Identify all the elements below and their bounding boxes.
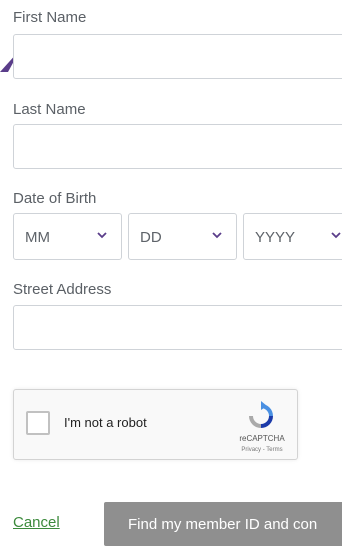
date-of-birth-label: Date of Birth (13, 190, 97, 207)
recaptcha-checkbox[interactable] (26, 411, 50, 435)
recaptcha-brand: reCAPTCHA (239, 434, 285, 443)
dob-month-select[interactable]: MM (13, 213, 122, 260)
dob-day-select[interactable]: DD (128, 213, 237, 260)
recaptcha-widget: I'm not a robot reCAPTCHA Privacy - Term… (13, 389, 298, 460)
street-address-label: Street Address (13, 281, 112, 298)
find-member-id-button[interactable]: Find my member ID and con (104, 502, 342, 546)
recaptcha-links[interactable]: Privacy - Terms (232, 447, 292, 453)
cancel-link[interactable]: Cancel (13, 514, 60, 531)
recaptcha-label: I'm not a robot (64, 415, 147, 430)
first-name-label: First Name (13, 9, 87, 26)
chevron-down-icon (212, 232, 222, 239)
dob-month-value: MM (25, 229, 50, 246)
recaptcha-icon (249, 401, 273, 428)
last-name-label: Last Name (13, 101, 86, 118)
dob-year-value: YYYY (255, 229, 296, 246)
last-name-input[interactable] (13, 124, 342, 169)
first-name-input[interactable] (13, 34, 342, 79)
dob-year-select[interactable]: YYYY (243, 213, 342, 260)
street-address-input[interactable] (13, 305, 342, 350)
chevron-down-icon (331, 232, 341, 239)
dob-day-value: DD (140, 229, 162, 246)
chevron-down-icon (97, 232, 107, 239)
